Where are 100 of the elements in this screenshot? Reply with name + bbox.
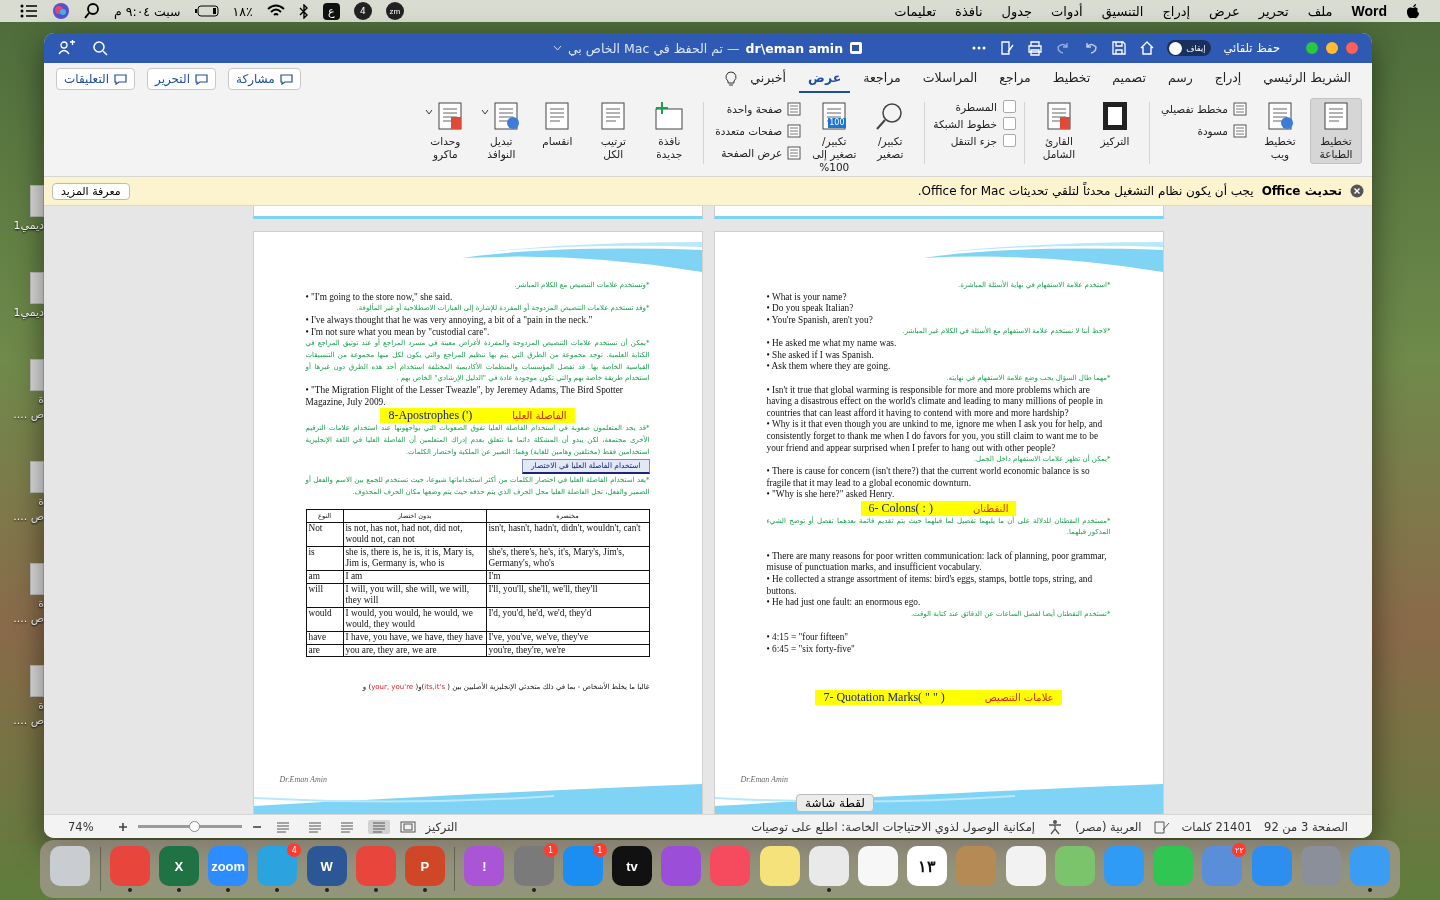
menu-item[interactable]: تعليمات bbox=[894, 3, 937, 19]
zoom-button[interactable] bbox=[1306, 42, 1318, 54]
zoom-in-icon[interactable] bbox=[117, 821, 128, 832]
ribbon-tab[interactable]: رسم bbox=[1158, 64, 1202, 93]
bluetooth-icon[interactable] bbox=[298, 3, 309, 19]
ribbon-button[interactable]: نافذة جديدة bbox=[643, 98, 696, 165]
focus-button[interactable]: التركيز bbox=[425, 819, 458, 834]
ribbon-small-button[interactable]: عرض الصفحة bbox=[712, 144, 805, 162]
home-icon[interactable] bbox=[1139, 40, 1156, 56]
ribbon-tab[interactable]: تخطيط bbox=[1043, 64, 1100, 93]
app-icon[interactable]: tv bbox=[611, 846, 652, 886]
app-icon[interactable] bbox=[1153, 846, 1194, 886]
ribbon-button[interactable]: تبديل النوافذ bbox=[475, 98, 528, 165]
print-icon[interactable] bbox=[1027, 40, 1044, 56]
file-label[interactable]: ة bbox=[38, 699, 44, 712]
ribbon-button[interactable]: القارئ الشامل bbox=[1032, 98, 1085, 165]
autosave-toggle[interactable]: إيقاف bbox=[1167, 40, 1212, 56]
app-icon[interactable] bbox=[808, 846, 849, 886]
checkbox-option[interactable]: جزء التنقل bbox=[933, 134, 1016, 147]
menu-item[interactable]: نافذة bbox=[955, 3, 983, 19]
control-center-icon[interactable] bbox=[20, 4, 38, 18]
ribbon-button[interactable]: وحدات ماكرو bbox=[419, 98, 472, 165]
ribbon-small-button[interactable]: مخطط تفصيلي bbox=[1157, 100, 1250, 118]
file-label[interactable]: ص .... bbox=[13, 510, 44, 523]
ribbon-button[interactable]: تخطيط ويب bbox=[1254, 98, 1306, 165]
file-label[interactable]: ص .... bbox=[13, 408, 44, 421]
file-icon[interactable] bbox=[30, 563, 44, 595]
ribbon-tab[interactable]: عرض bbox=[799, 64, 851, 93]
ribbon-tab[interactable]: مراجع bbox=[990, 64, 1040, 93]
language-status[interactable]: العربية (مصر) bbox=[1075, 819, 1142, 834]
app-icon[interactable] bbox=[1054, 846, 1095, 886]
file-icon[interactable] bbox=[30, 359, 44, 391]
app-status-icon[interactable]: zm bbox=[385, 2, 404, 20]
file-icon[interactable] bbox=[30, 185, 44, 217]
ribbon-button[interactable]: تخطيط الطباعة bbox=[1310, 98, 1362, 165]
menu-item[interactable]: أدوات bbox=[1051, 3, 1083, 19]
app-icon[interactable]: X bbox=[158, 846, 199, 886]
ribbon-small-button[interactable]: صفحات متعددة bbox=[712, 122, 805, 140]
undo-icon[interactable] bbox=[1083, 40, 1100, 56]
checkbox-option[interactable]: خطوط الشبكة bbox=[933, 117, 1016, 130]
wifi-icon[interactable] bbox=[266, 4, 285, 18]
edit-document-icon[interactable] bbox=[999, 40, 1016, 56]
book-check-icon[interactable] bbox=[1153, 819, 1170, 834]
focus-icon[interactable] bbox=[399, 820, 416, 833]
ribbon-tab[interactable]: الشريط الرئيسي bbox=[1254, 64, 1360, 93]
ribbon-small-button[interactable]: مسودة bbox=[1157, 122, 1250, 140]
view-button[interactable] bbox=[367, 819, 390, 834]
learn-more-button[interactable]: معرفة المزيد bbox=[52, 182, 130, 200]
app-icon[interactable]: P bbox=[404, 846, 445, 886]
ribbon-tab[interactable]: أخبرني bbox=[741, 64, 796, 93]
app-icon[interactable]: ١٣ bbox=[907, 846, 948, 886]
file-label[interactable]: ة bbox=[38, 495, 44, 508]
ribbon-button[interactable]: تكبير/تصغير bbox=[864, 98, 917, 165]
file-icon[interactable] bbox=[30, 272, 44, 304]
apple-icon[interactable] bbox=[1406, 3, 1420, 19]
file-label[interactable]: ص .... bbox=[13, 714, 44, 727]
menu-item[interactable]: جدول bbox=[1001, 3, 1033, 19]
file-label[interactable]: ديمي1 bbox=[13, 306, 44, 319]
app-icon[interactable]: ! bbox=[464, 846, 505, 886]
toolbar-button[interactable]: التعليقات bbox=[56, 67, 136, 90]
file-label[interactable]: ة bbox=[38, 597, 44, 610]
menu-item[interactable]: تحرير bbox=[1258, 3, 1289, 19]
word-count[interactable]: 21401 كلمات bbox=[1181, 819, 1253, 834]
app-icon[interactable] bbox=[661, 846, 702, 886]
caret-icon[interactable] bbox=[425, 109, 434, 115]
ribbon-tab[interactable]: المراسلات bbox=[913, 64, 987, 93]
accessibility-status[interactable]: إمكانية الوصول لذوي الاحتياجات الخاصة: اطلع على توصيات bbox=[751, 819, 1035, 834]
app-icon[interactable] bbox=[759, 846, 800, 886]
menu-item[interactable]: إدراج bbox=[1162, 3, 1191, 19]
clock[interactable]: سبت ٩:٠٤ م bbox=[114, 3, 181, 19]
file-icon[interactable] bbox=[30, 461, 44, 493]
app-icon[interactable] bbox=[50, 846, 91, 886]
people-icon[interactable] bbox=[58, 40, 76, 56]
toolbar-button[interactable]: التحرير bbox=[147, 67, 216, 90]
menu-item[interactable]: التنسيق bbox=[1101, 3, 1144, 19]
more-icon[interactable] bbox=[971, 45, 988, 51]
app-status-icon[interactable]: 4 bbox=[353, 2, 372, 20]
app-icon[interactable] bbox=[857, 846, 898, 886]
app-menu[interactable]: Word bbox=[1351, 3, 1387, 19]
ribbon-tab[interactable]: إدراج bbox=[1205, 64, 1251, 93]
save-icon[interactable] bbox=[1111, 40, 1128, 56]
search-icon[interactable] bbox=[92, 40, 108, 56]
zoom-level[interactable]: 74% bbox=[68, 819, 94, 834]
file-label[interactable]: ص .... bbox=[13, 612, 44, 625]
ribbon-tab[interactable]: تصميم bbox=[1103, 64, 1155, 93]
file-icon[interactable] bbox=[30, 665, 44, 697]
caret-icon[interactable] bbox=[481, 109, 490, 115]
orb-icon[interactable] bbox=[52, 2, 70, 20]
accessibility-icon[interactable] bbox=[1047, 818, 1063, 835]
close-icon[interactable] bbox=[1350, 184, 1364, 198]
menu-item[interactable]: عرض bbox=[1209, 3, 1240, 19]
input-source-icon[interactable]: ع bbox=[322, 2, 340, 20]
ribbon-button[interactable]: انقسام bbox=[531, 98, 584, 152]
battery-icon[interactable] bbox=[194, 5, 219, 17]
page-count[interactable]: الصفحة 3 من 92 bbox=[1264, 819, 1348, 834]
file-label[interactable]: ديمي1 bbox=[13, 219, 44, 232]
toolbar-button[interactable]: مشاركة bbox=[228, 67, 301, 90]
ribbon-button[interactable]: التركيز bbox=[1088, 98, 1141, 152]
app-icon[interactable] bbox=[1005, 846, 1046, 886]
close-button[interactable] bbox=[1346, 42, 1358, 54]
